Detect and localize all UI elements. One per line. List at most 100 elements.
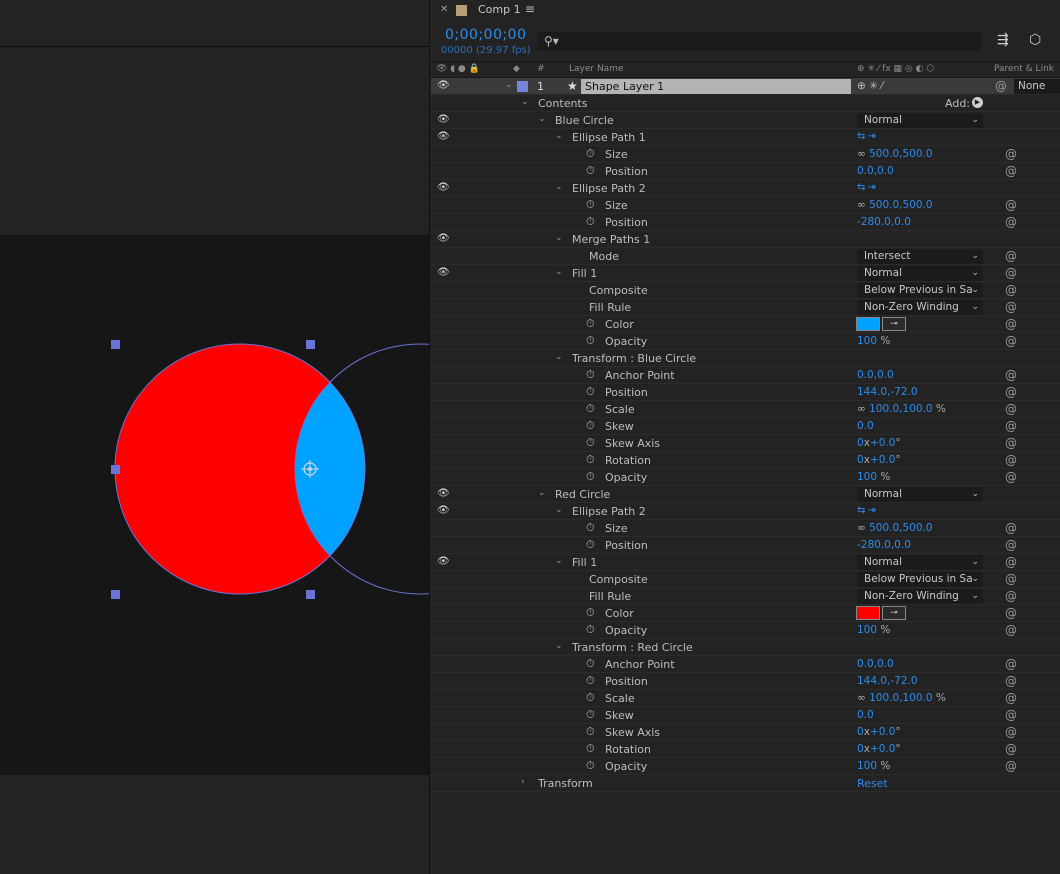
color-swatch[interactable] — [856, 317, 880, 331]
shape-preview[interactable] — [0, 235, 430, 775]
property-row-opacity[interactable]: ⏱ Opacity 100 % @ — [431, 469, 1060, 486]
position-value[interactable]: -280.0,0.0 — [857, 539, 911, 551]
property-row-opacity[interactable]: ⏱ Opacity 100 % @ — [431, 758, 1060, 775]
add-menu-button[interactable]: ▶ — [972, 97, 983, 108]
constrain-link-icon[interactable]: ∞ — [857, 403, 869, 415]
degrees-value[interactable]: +0.0 — [870, 726, 896, 738]
stopwatch-icon[interactable]: ⏱ — [586, 623, 595, 637]
expression-spiral-icon[interactable]: @ — [1005, 283, 1017, 297]
transform-group-name[interactable]: Transform : Red Circle — [572, 641, 693, 654]
chevron-down-icon[interactable]: ⌄ — [521, 97, 529, 107]
position-value[interactable]: -280.0,0.0 — [857, 216, 911, 228]
property-row-rotation[interactable]: ⏱ Rotation 0x+0.0° @ — [431, 741, 1060, 758]
eye-icon[interactable]: 👁 — [437, 556, 450, 567]
property-row-opacity[interactable]: ⏱ Opacity 100 % @ — [431, 622, 1060, 639]
anchor-value[interactable]: 0.0,0.0 — [857, 369, 894, 381]
constrain-link-icon[interactable]: ∞ — [857, 522, 869, 534]
eye-icon[interactable]: 👁 — [437, 80, 450, 91]
parent-dropdown[interactable]: None — [1014, 79, 1060, 94]
ellipse-path-name[interactable]: Ellipse Path 2 — [572, 505, 646, 518]
position-value[interactable]: 0.0,0.0 — [857, 165, 894, 177]
stopwatch-icon[interactable]: ⏱ — [586, 453, 595, 467]
blend-mode-dropdown[interactable]: Normal ⌄ — [857, 113, 983, 128]
property-value[interactable]: ∞ 500.0,500.0 — [857, 148, 933, 160]
property-value[interactable]: 0x+0.0° — [857, 454, 901, 466]
layer-transform-row[interactable]: › Transform Reset — [431, 775, 1060, 792]
fill-name[interactable]: Fill 1 — [572, 267, 597, 280]
property-row-rotation[interactable]: ⏱ Rotation 0x+0.0° @ — [431, 452, 1060, 469]
skew-value[interactable]: 0.0 — [857, 709, 874, 721]
property-row-position[interactable]: ⏱ Position 144.0,-72.0 @ — [431, 384, 1060, 401]
size-value[interactable]: 500.0,500.0 — [869, 148, 932, 160]
expression-spiral-icon[interactable]: @ — [1005, 742, 1017, 756]
stopwatch-icon[interactable]: ⏱ — [586, 538, 595, 552]
composite-dropdown[interactable]: Below Previous in Sa ⌄ — [857, 283, 983, 298]
panel-divider[interactable] — [429, 0, 430, 874]
group-name[interactable]: Blue Circle — [555, 114, 614, 127]
property-row-opacity[interactable]: ⏱ Opacity 100 % @ — [431, 333, 1060, 350]
stopwatch-icon[interactable]: ⏱ — [586, 368, 595, 382]
constrain-link-icon[interactable]: ∞ — [857, 692, 869, 704]
expression-spiral-icon[interactable]: @ — [1005, 470, 1017, 484]
property-row-skew[interactable]: ⏱ Skew 0.0 @ — [431, 707, 1060, 724]
contents-row[interactable]: ⌄ Contents Add: ▶ — [431, 95, 1060, 112]
property-row-color[interactable]: ⏱ Color ⊸ @ — [431, 316, 1060, 333]
stopwatch-icon[interactable]: ⏱ — [586, 215, 595, 229]
layer-label-color[interactable] — [517, 81, 528, 92]
property-value[interactable]: 0x+0.0° — [857, 726, 901, 738]
expression-spiral-icon[interactable]: @ — [1005, 164, 1017, 178]
composite-dropdown[interactable]: Below Previous in Sa ⌄ — [857, 572, 983, 587]
property-value[interactable]: ∞ 500.0,500.0 — [857, 199, 933, 211]
ellipse-path-name[interactable]: Ellipse Path 1 — [572, 131, 646, 144]
stopwatch-icon[interactable]: ⏱ — [586, 691, 595, 705]
stopwatch-icon[interactable]: ⏱ — [586, 742, 595, 756]
expression-spiral-icon[interactable]: @ — [1005, 436, 1017, 450]
stopwatch-icon[interactable]: ⏱ — [586, 759, 595, 773]
shy-layers-icon[interactable]: ⬡ — [1029, 32, 1041, 48]
expression-spiral-icon[interactable]: @ — [1005, 147, 1017, 161]
expression-spiral-icon[interactable]: @ — [1005, 725, 1017, 739]
constrain-link-icon[interactable]: ∞ — [857, 148, 869, 160]
merge-paths-row[interactable]: 👁 ⌄ Merge Paths 1 — [431, 231, 1060, 248]
stopwatch-icon[interactable]: ⏱ — [586, 334, 595, 348]
eyedropper-icon[interactable]: ⊸ — [882, 606, 906, 620]
stopwatch-icon[interactable]: ⏱ — [586, 725, 595, 739]
degrees-value[interactable]: +0.0 — [870, 454, 896, 466]
skew-value[interactable]: 0.0 — [857, 420, 874, 432]
expression-spiral-icon[interactable]: @ — [1005, 419, 1017, 433]
anchor-value[interactable]: 0.0,0.0 — [857, 658, 894, 670]
chevron-down-icon[interactable]: ⌄ — [505, 80, 513, 90]
property-value[interactable]: 0x+0.0° — [857, 743, 901, 755]
expression-spiral-icon[interactable]: @ — [1005, 521, 1017, 535]
property-value[interactable]: 100 % — [857, 760, 890, 772]
eyedropper-icon[interactable]: ⊸ — [882, 317, 906, 331]
property-row-composite[interactable]: Composite Below Previous in Sa ⌄ @ — [431, 571, 1060, 588]
stopwatch-icon[interactable]: ⏱ — [586, 606, 595, 620]
constrain-link-icon[interactable]: ∞ — [857, 199, 869, 211]
stopwatch-icon[interactable]: ⏱ — [586, 436, 595, 450]
stopwatch-icon[interactable]: ⏱ — [586, 657, 595, 671]
fill-name[interactable]: Fill 1 — [572, 556, 597, 569]
expression-spiral-icon[interactable]: @ — [1005, 674, 1017, 688]
eye-icon[interactable]: 👁 — [437, 267, 450, 278]
stopwatch-icon[interactable]: ⏱ — [586, 521, 595, 535]
property-row-size[interactable]: ⏱ Size ∞ 500.0,500.0 @ — [431, 520, 1060, 537]
merge-paths-name[interactable]: Merge Paths 1 — [572, 233, 650, 246]
property-value[interactable]: 0x+0.0° — [857, 437, 901, 449]
transform-label[interactable]: Transform — [538, 777, 593, 790]
stopwatch-icon[interactable]: ⏱ — [586, 674, 595, 688]
position-value[interactable]: 144.0,-72.0 — [857, 386, 918, 398]
stopwatch-icon[interactable]: ⏱ — [586, 317, 595, 331]
opacity-value[interactable]: 100 — [857, 760, 877, 772]
position-value[interactable]: 144.0,-72.0 — [857, 675, 918, 687]
eye-icon[interactable]: 👁 — [437, 182, 450, 193]
expression-spiral-icon[interactable]: @ — [1005, 606, 1017, 620]
blend-mode-dropdown[interactable]: Normal ⌄ — [857, 487, 983, 502]
layer-search-input[interactable]: ⚲▾ — [537, 32, 981, 51]
property-value[interactable]: ∞ 100.0,100.0 % — [857, 403, 946, 415]
eye-icon[interactable]: 👁 — [437, 131, 450, 142]
bbox-handle-bl[interactable] — [111, 590, 120, 599]
property-value[interactable]: 100 % — [857, 624, 890, 636]
degrees-value[interactable]: +0.0 — [870, 437, 896, 449]
expression-spiral-icon[interactable]: @ — [1005, 453, 1017, 467]
